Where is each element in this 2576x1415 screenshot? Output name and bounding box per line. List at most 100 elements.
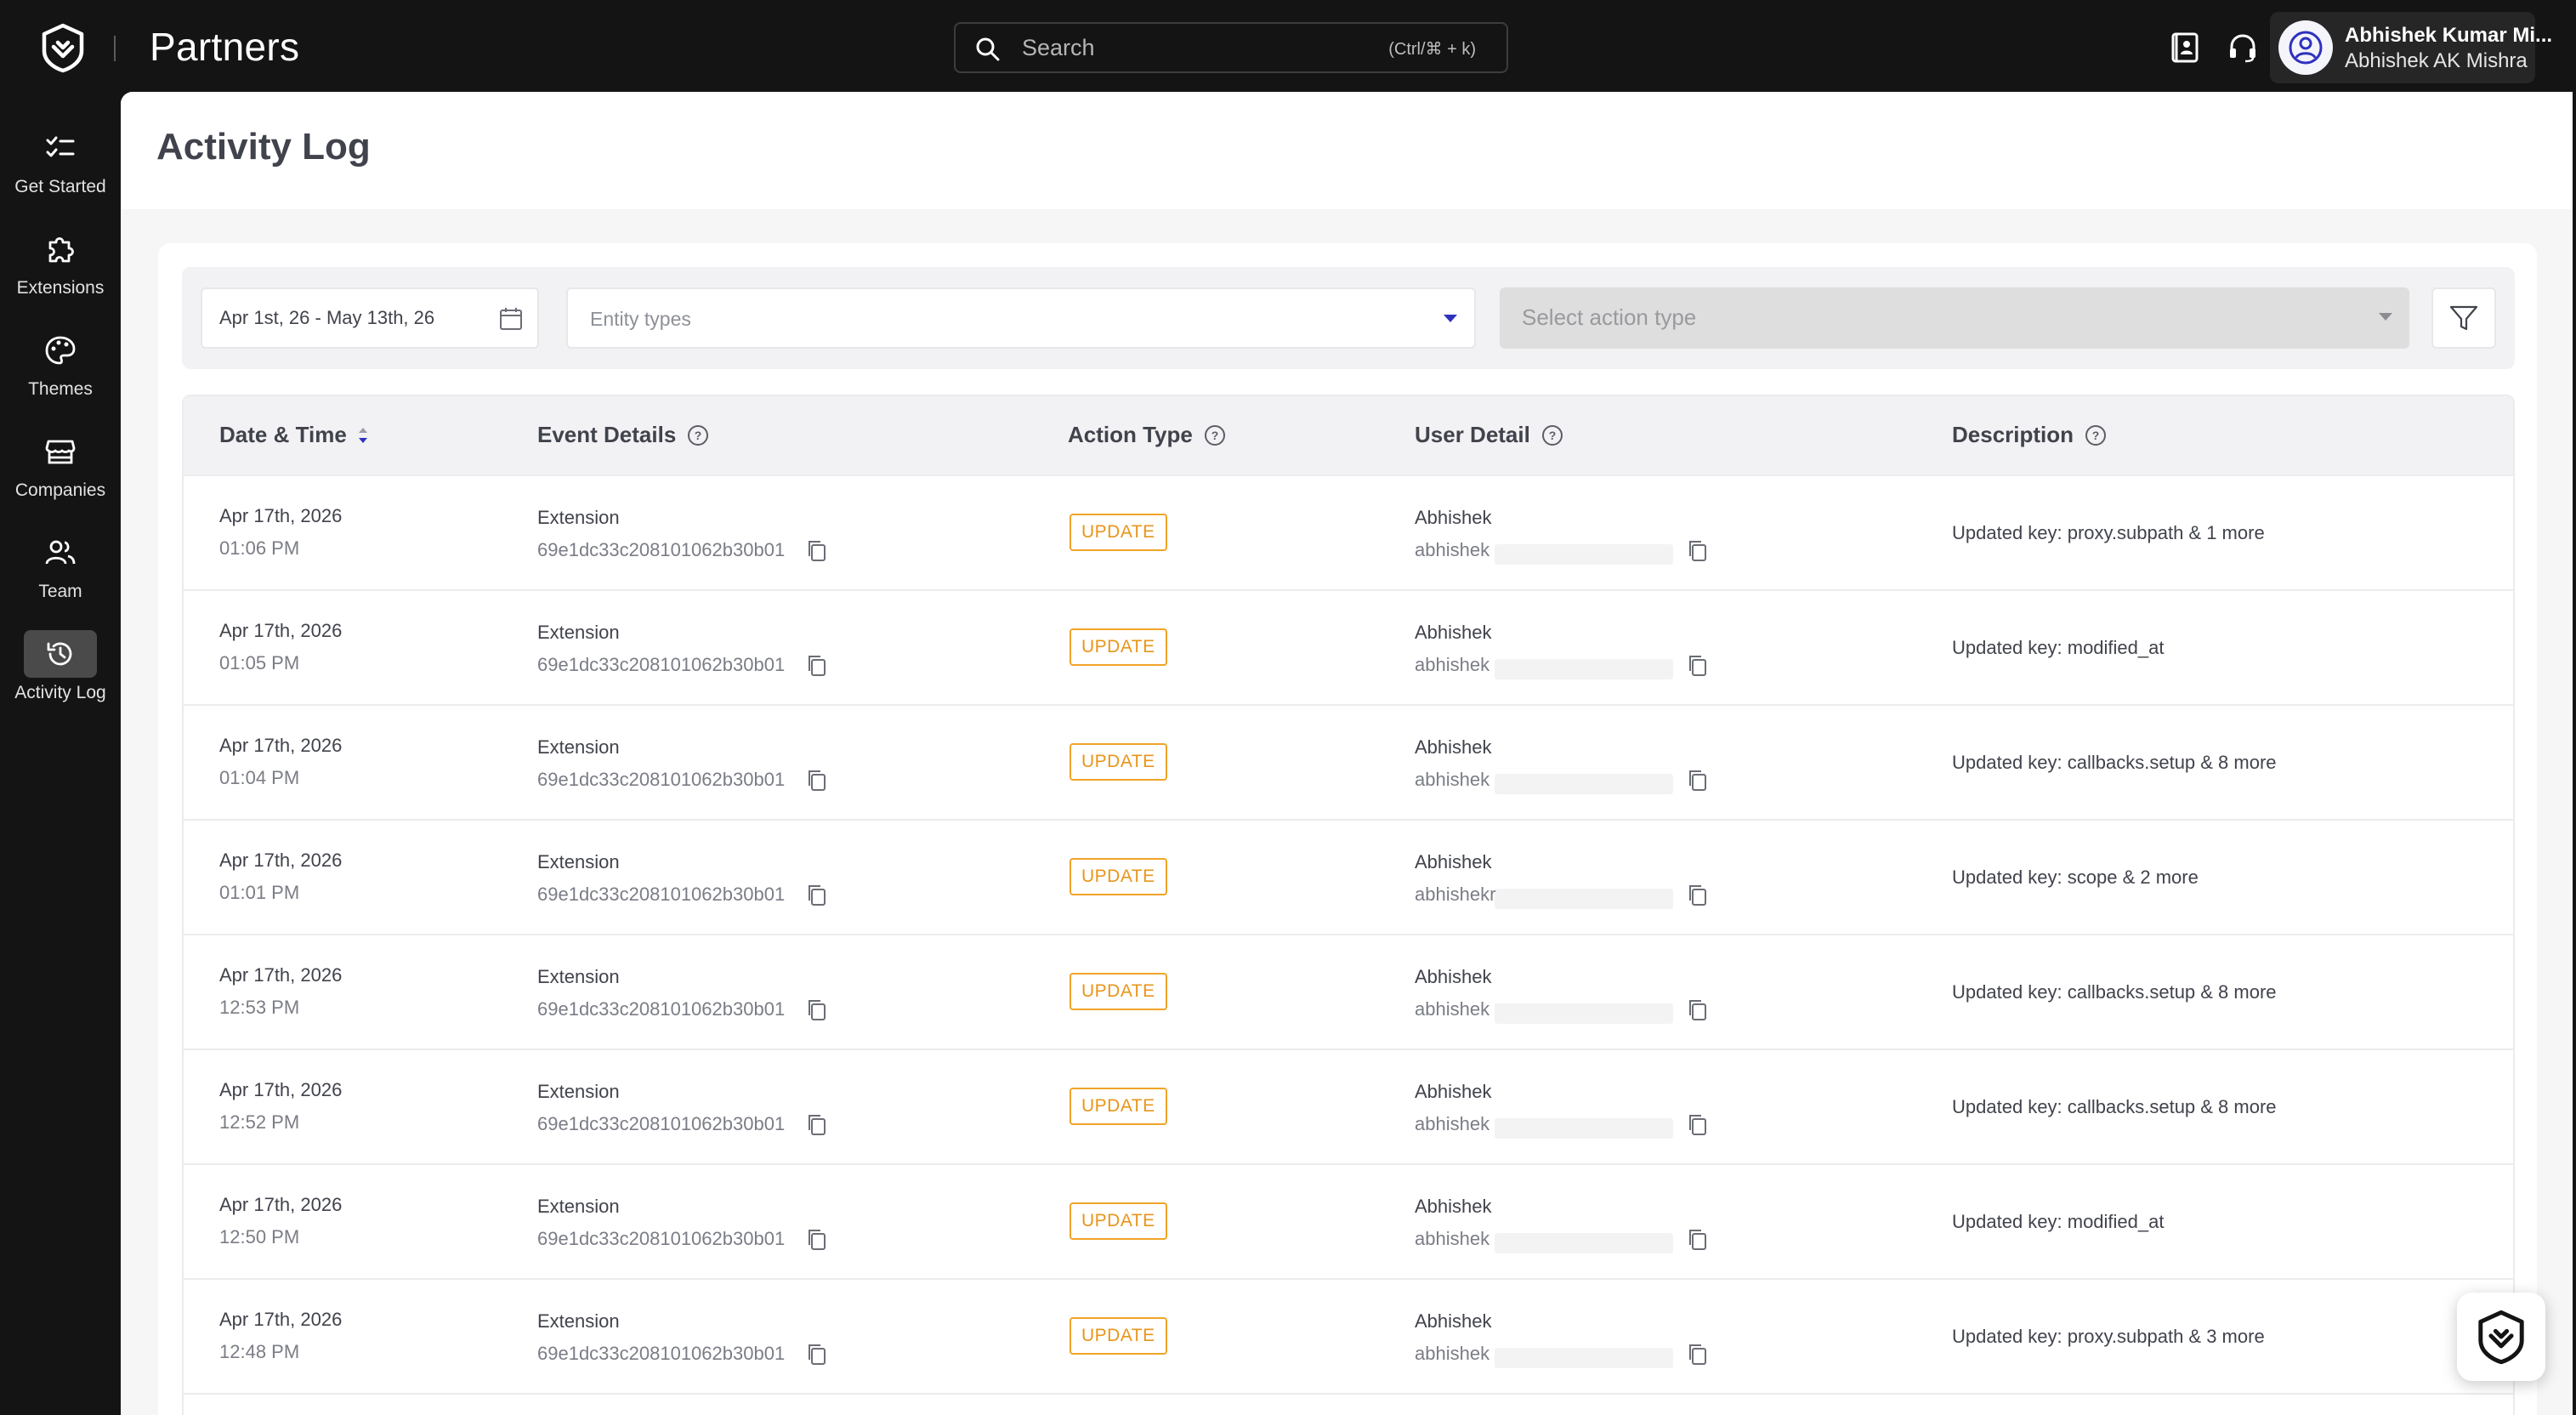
- action-type-badge: UPDATE: [1070, 1202, 1167, 1240]
- table-header: Date & Time Event Details ? Action Type: [184, 396, 2513, 476]
- row-entity-type: Extension: [537, 966, 620, 987]
- sidebar-item-extensions[interactable]: Extensions: [0, 220, 121, 314]
- copy-icon[interactable]: [804, 1226, 830, 1252]
- row-user-name: Abhishek: [1415, 622, 1492, 643]
- table-row[interactable]: Apr 17th, 2026 12:53 PM Extension 69e1dc33c…: [184, 935, 2513, 1050]
- row-user-email: abhishek: [1415, 1228, 1490, 1249]
- brand-name: Partners: [150, 25, 300, 69]
- funnel-filter-icon: [2449, 305, 2478, 331]
- row-entity-id: 69e1dc33c208101062b30b01: [537, 769, 786, 790]
- help-widget-button[interactable]: [2457, 1293, 2545, 1381]
- copy-icon[interactable]: [804, 1111, 830, 1137]
- action-type-badge: UPDATE: [1070, 514, 1167, 551]
- copy-icon[interactable]: [804, 537, 830, 563]
- row-description: Updated key: callbacks.setup & 8 more: [1952, 752, 2277, 773]
- sidebar-item-companies[interactable]: Companies: [0, 423, 121, 516]
- entity-types-select[interactable]: Entity types: [566, 287, 1476, 349]
- row-entity-id: 69e1dc33c208101062b30b01: [537, 654, 786, 675]
- copy-icon[interactable]: [1685, 537, 1711, 563]
- table-row[interactable]: Apr 17th, 2026 01:05 PM Extension 69e1dc33c…: [184, 591, 2513, 706]
- sort-icon[interactable]: [355, 423, 371, 447]
- table-row[interactable]: Apr 17th, 2026 12:52 PM Extension 69e1dc33c…: [184, 1050, 2513, 1165]
- column-header-label: Description: [1952, 422, 2074, 447]
- row-entity-type: Extension: [537, 851, 620, 872]
- table-row[interactable]: Apr 17th, 2026 01:06 PM Extension 69e1dc33c…: [184, 476, 2513, 591]
- people-icon: [45, 540, 76, 565]
- copy-icon[interactable]: [1685, 997, 1711, 1022]
- search-box[interactable]: (Ctrl/⌘ + k): [954, 22, 1508, 73]
- calendar-icon[interactable]: [498, 306, 524, 332]
- copy-icon[interactable]: [804, 882, 830, 907]
- redacted-email-mask: [1495, 1233, 1673, 1253]
- row-user-name: Abhishek: [1415, 1081, 1492, 1102]
- page-header: Activity Log: [121, 92, 2573, 209]
- help-circle-icon[interactable]: ?: [1203, 423, 1227, 447]
- copy-icon[interactable]: [1685, 1226, 1711, 1252]
- row-entity-id: 69e1dc33c208101062b30b01: [537, 1228, 786, 1249]
- filter-button[interactable]: [2431, 287, 2496, 349]
- row-description: Updated key: proxy.subpath & 1 more: [1952, 522, 2265, 543]
- search-input[interactable]: [1022, 31, 1362, 65]
- headset-support-icon[interactable]: [2226, 31, 2260, 65]
- action-type-badge: UPDATE: [1070, 628, 1167, 666]
- redacted-email-mask: [1495, 659, 1673, 679]
- brand-logo-icon[interactable]: [37, 22, 88, 73]
- sidebar-item-label: Companies: [14, 480, 106, 500]
- column-header-label: Event Details: [537, 422, 677, 447]
- filter-bar: Entity types Select action type: [182, 267, 2515, 369]
- help-circle-icon[interactable]: ?: [686, 423, 710, 447]
- column-header-label: User Detail: [1415, 422, 1530, 447]
- row-user-name: Abhishek: [1415, 736, 1492, 758]
- row-time: 12:53 PM: [219, 997, 300, 1018]
- action-type-badge: UPDATE: [1070, 743, 1167, 781]
- table-row[interactable]: Apr 17th, 2026 12:50 PM Extension 69e1dc33c…: [184, 1165, 2513, 1280]
- date-range-input[interactable]: [219, 303, 491, 333]
- row-description: Updated key: scope & 2 more: [1952, 867, 2199, 888]
- copy-icon[interactable]: [804, 767, 830, 793]
- copy-icon[interactable]: [1685, 652, 1711, 678]
- column-header-datetime[interactable]: Date & Time: [219, 422, 371, 448]
- sidebar-item-themes[interactable]: Themes: [0, 321, 121, 415]
- row-user-email: abhishek: [1415, 998, 1490, 1020]
- svg-text:?: ?: [695, 429, 702, 442]
- puzzle-icon: [48, 237, 74, 263]
- copy-icon[interactable]: [1685, 882, 1711, 907]
- sidebar-item-get-started[interactable]: Get Started: [0, 119, 121, 213]
- copy-icon[interactable]: [1685, 1111, 1711, 1137]
- row-entity-type: Extension: [537, 1081, 620, 1102]
- user-profile-menu[interactable]: Abhishek Kumar Mi... Abhishek AK Mishra: [2270, 12, 2552, 83]
- row-user-name: Abhishek: [1415, 1196, 1492, 1217]
- help-circle-icon[interactable]: ?: [1540, 423, 1564, 447]
- table-row[interactable]: Apr 17th, 2026 12:48 PM Extension 69e1dc33c…: [184, 1280, 2513, 1395]
- table-row[interactable]: Apr 17th, 2026 01:01 PM Extension 69e1dc33c…: [184, 821, 2513, 935]
- column-header-user-detail: User Detail ?: [1415, 422, 1564, 448]
- main-content: Activity Log Entity types Select action …: [121, 92, 2573, 1415]
- copy-icon[interactable]: [1685, 1341, 1711, 1367]
- date-range-picker[interactable]: [201, 287, 539, 349]
- sidebar-item-activity-log[interactable]: Activity Log: [0, 625, 121, 719]
- redacted-email-mask: [1495, 1348, 1673, 1368]
- table-row[interactable]: Apr 17th, 2026 01:04 PM Extension 69e1dc33c…: [184, 706, 2513, 821]
- row-entity-type: Extension: [537, 736, 620, 758]
- contacts-book-icon[interactable]: [2168, 31, 2202, 65]
- sidebar-item-team[interactable]: Team: [0, 524, 121, 617]
- row-user-name: Abhishek: [1415, 851, 1492, 872]
- row-entity-type: Extension: [537, 1310, 620, 1332]
- action-type-badge: UPDATE: [1070, 1317, 1167, 1355]
- help-circle-icon[interactable]: ?: [2084, 423, 2108, 447]
- column-header-action-type: Action Type ?: [1068, 422, 1227, 448]
- copy-icon[interactable]: [804, 997, 830, 1022]
- search-icon: [976, 37, 1000, 61]
- page-title: Activity Log: [156, 126, 371, 168]
- row-user-email: abhishek: [1415, 654, 1490, 675]
- search-shortcut-hint: (Ctrl/⌘ + k): [1388, 40, 1476, 59]
- copy-icon[interactable]: [1685, 767, 1711, 793]
- copy-icon[interactable]: [804, 652, 830, 678]
- redacted-email-mask: [1495, 889, 1673, 909]
- copy-icon[interactable]: [804, 1341, 830, 1367]
- row-entity-type: Extension: [537, 622, 620, 643]
- action-type-select[interactable]: Select action type: [1500, 287, 2409, 349]
- avatar: [2278, 20, 2333, 75]
- row-user-email: abhishek: [1415, 539, 1490, 560]
- user-subtitle: Abhishek AK Mishra: [2345, 49, 2528, 72]
